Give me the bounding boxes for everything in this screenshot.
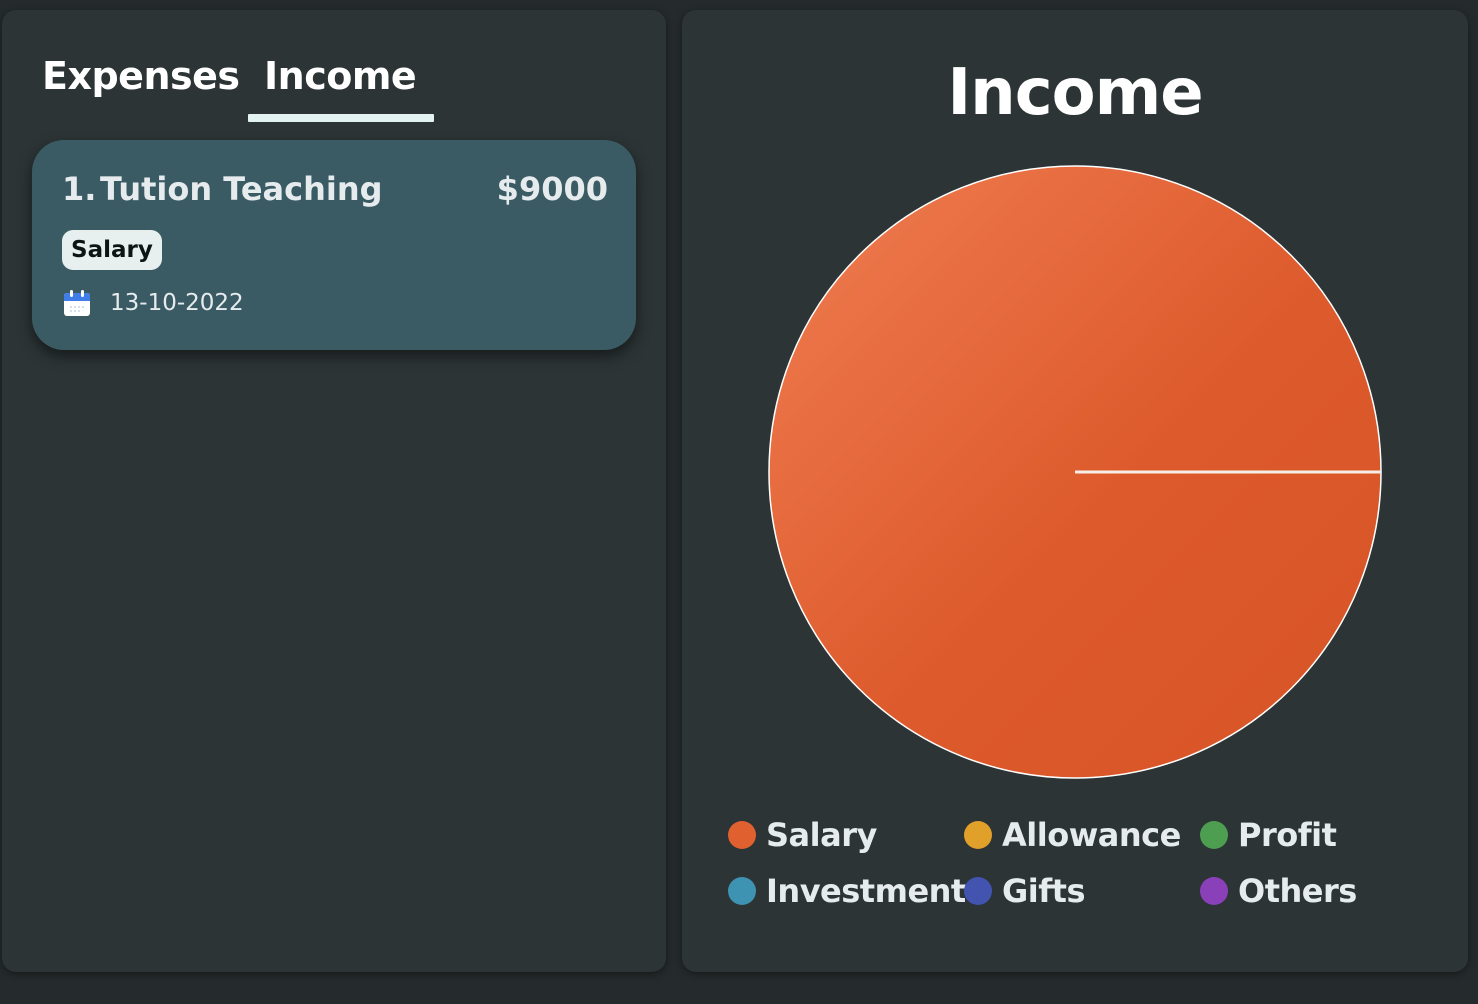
- legend-color-dot: [964, 877, 992, 905]
- tab-expenses[interactable]: Expenses: [42, 54, 240, 98]
- legend-color-dot: [1200, 877, 1228, 905]
- transaction-index: 1.: [62, 170, 97, 208]
- legend-color-dot: [1200, 821, 1228, 849]
- transaction-date: 13-10-2022: [110, 290, 244, 316]
- tab-income[interactable]: Income: [264, 54, 417, 98]
- transaction-amount: $9000: [496, 170, 608, 208]
- transaction-card[interactable]: 1. Tution Teaching $9000 Salary 13-10-20…: [32, 140, 636, 350]
- transaction-title: Tution Teaching: [100, 170, 383, 208]
- legend-label: Profit: [1238, 816, 1337, 854]
- legend-color-dot: [728, 877, 756, 905]
- legend-color-dot: [728, 821, 756, 849]
- legend-label: Investment: [766, 872, 966, 910]
- pie-chart: [768, 165, 1382, 779]
- legend-label: Others: [1238, 872, 1357, 910]
- category-badge: Salary: [62, 230, 162, 270]
- legend-label: Gifts: [1002, 872, 1086, 910]
- transactions-panel: Expenses Income 1. Tution Teaching $9000…: [2, 10, 666, 972]
- active-tab-indicator: [248, 114, 434, 122]
- legend-label: Allowance: [1002, 816, 1181, 854]
- calendar-icon: [64, 290, 90, 316]
- legend-color-dot: [964, 821, 992, 849]
- chart-panel: Income Salary Allowance Profit Investment Gi…: [682, 10, 1468, 972]
- legend-label: Salary: [766, 816, 877, 854]
